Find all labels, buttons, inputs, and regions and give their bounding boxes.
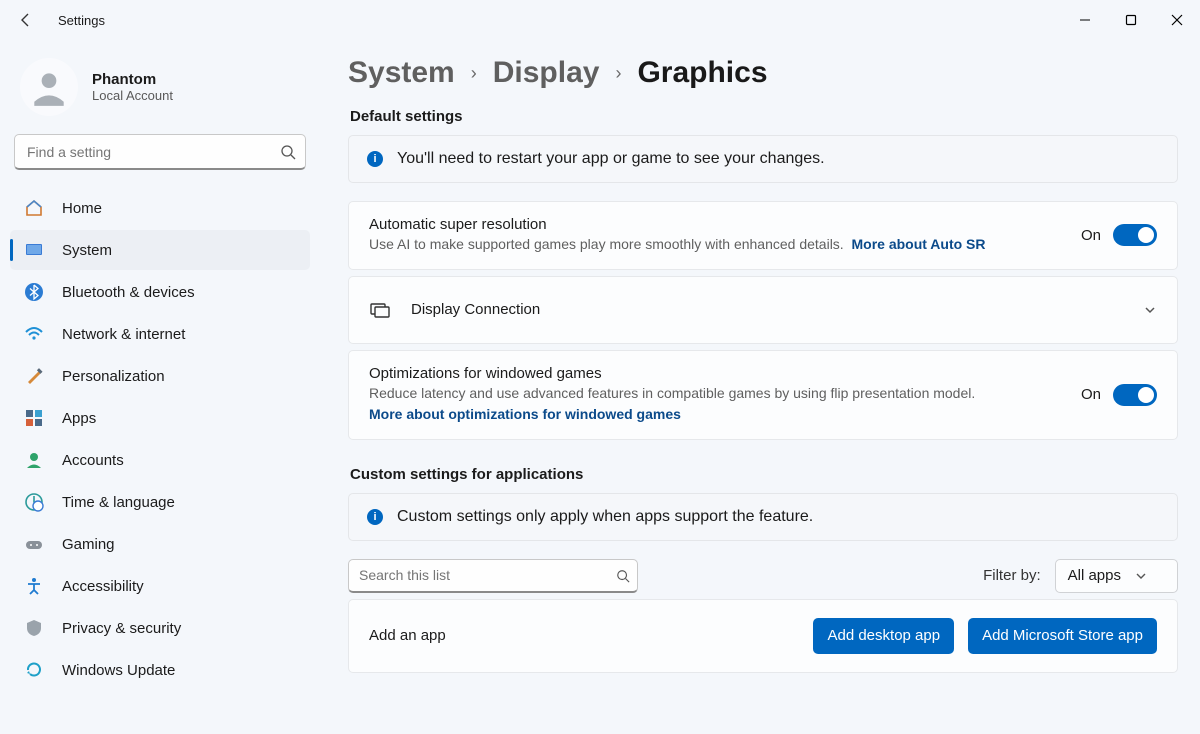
shield-icon bbox=[24, 618, 44, 638]
update-icon bbox=[24, 660, 44, 680]
accessibility-icon bbox=[24, 576, 44, 596]
info-text: You'll need to restart your app or game … bbox=[397, 150, 825, 168]
info-icon: i bbox=[367, 151, 383, 167]
window-title: Settings bbox=[58, 13, 105, 28]
breadcrumb-current: Graphics bbox=[637, 56, 767, 90]
sidebar-item-home[interactable]: Home bbox=[10, 188, 310, 228]
toggle-state-label: On bbox=[1081, 386, 1101, 403]
maximize-button[interactable] bbox=[1108, 0, 1154, 40]
sidebar-item-label: Privacy & security bbox=[62, 620, 181, 637]
breadcrumb: System › Display › Graphics bbox=[348, 56, 1178, 90]
chevron-down-icon bbox=[1143, 303, 1157, 317]
sidebar-item-network[interactable]: Network & internet bbox=[10, 314, 310, 354]
sidebar-item-system[interactable]: System bbox=[10, 230, 310, 270]
wifi-icon bbox=[24, 324, 44, 344]
setting-display-connection[interactable]: Display Connection bbox=[348, 276, 1178, 344]
sidebar-item-label: Windows Update bbox=[62, 662, 175, 679]
sidebar-item-apps[interactable]: Apps bbox=[10, 398, 310, 438]
user-block[interactable]: Phantom Local Account bbox=[10, 48, 310, 134]
window-controls bbox=[1062, 0, 1200, 40]
sidebar-item-label: Accounts bbox=[62, 452, 124, 469]
setting-description: Reduce latency and use advanced features… bbox=[369, 384, 1063, 425]
display-connection-icon bbox=[369, 299, 391, 321]
setting-title: Optimizations for windowed games bbox=[369, 365, 1063, 382]
chevron-right-icon: › bbox=[471, 63, 477, 84]
brush-icon bbox=[24, 366, 44, 386]
windowed-opt-toggle[interactable] bbox=[1113, 384, 1157, 406]
system-icon bbox=[24, 240, 44, 260]
chevron-down-icon bbox=[1135, 570, 1147, 582]
sidebar-item-accounts[interactable]: Accounts bbox=[10, 440, 310, 480]
sidebar-item-bluetooth[interactable]: Bluetooth & devices bbox=[10, 272, 310, 312]
search-icon bbox=[280, 144, 296, 160]
nav: Home System Bluetooth & devices Network … bbox=[10, 188, 310, 690]
add-app-label: Add an app bbox=[369, 627, 446, 644]
setting-title: Display Connection bbox=[411, 301, 540, 318]
sidebar-item-label: Network & internet bbox=[62, 326, 185, 343]
custom-info-banner: i Custom settings only apply when apps s… bbox=[348, 493, 1178, 541]
gamepad-icon bbox=[24, 534, 44, 554]
sidebar-item-update[interactable]: Windows Update bbox=[10, 650, 310, 690]
toggle-state-label: On bbox=[1081, 227, 1101, 244]
sidebar: Phantom Local Account Home System Blueto… bbox=[0, 40, 320, 734]
avatar bbox=[20, 58, 78, 116]
globe-clock-icon bbox=[24, 492, 44, 512]
search-icon bbox=[616, 569, 630, 583]
sidebar-item-gaming[interactable]: Gaming bbox=[10, 524, 310, 564]
filter-label: Filter by: bbox=[983, 567, 1041, 584]
add-app-card: Add an app Add desktop app Add Microsoft… bbox=[348, 599, 1178, 673]
sidebar-item-label: Apps bbox=[62, 410, 96, 427]
sidebar-item-label: Personalization bbox=[62, 368, 165, 385]
restart-info-banner: i You'll need to restart your app or gam… bbox=[348, 135, 1178, 183]
user-sub: Local Account bbox=[92, 88, 173, 103]
sidebar-item-label: Accessibility bbox=[62, 578, 144, 595]
info-icon: i bbox=[367, 509, 383, 525]
home-icon bbox=[24, 198, 44, 218]
setting-title: Automatic super resolution bbox=[369, 216, 1063, 233]
settings-search[interactable] bbox=[14, 134, 306, 170]
sidebar-item-label: Time & language bbox=[62, 494, 175, 511]
person-icon bbox=[24, 450, 44, 470]
sidebar-item-label: System bbox=[62, 242, 112, 259]
filter-value: All apps bbox=[1068, 567, 1121, 584]
windowed-opt-link[interactable]: More about optimizations for windowed ga… bbox=[369, 405, 1063, 425]
filter-row: Filter by: All apps bbox=[348, 559, 1178, 593]
bluetooth-icon bbox=[24, 282, 44, 302]
titlebar: Settings bbox=[0, 0, 1200, 40]
app-list-search[interactable] bbox=[348, 559, 638, 593]
sidebar-item-accessibility[interactable]: Accessibility bbox=[10, 566, 310, 606]
main-content: System › Display › Graphics Default sett… bbox=[320, 40, 1200, 734]
sidebar-item-label: Home bbox=[62, 200, 102, 217]
add-store-app-button[interactable]: Add Microsoft Store app bbox=[968, 618, 1157, 654]
section-default-settings: Default settings bbox=[350, 108, 1178, 125]
section-custom-settings: Custom settings for applications bbox=[350, 466, 1178, 483]
breadcrumb-system[interactable]: System bbox=[348, 56, 455, 90]
apps-icon bbox=[24, 408, 44, 428]
sidebar-item-label: Bluetooth & devices bbox=[62, 284, 195, 301]
sidebar-item-time[interactable]: Time & language bbox=[10, 482, 310, 522]
breadcrumb-display[interactable]: Display bbox=[493, 56, 600, 90]
sidebar-item-personalization[interactable]: Personalization bbox=[10, 356, 310, 396]
add-desktop-app-button[interactable]: Add desktop app bbox=[813, 618, 954, 654]
minimize-button[interactable] bbox=[1062, 0, 1108, 40]
auto-sr-link[interactable]: More about Auto SR bbox=[851, 236, 985, 252]
list-search-input[interactable] bbox=[348, 559, 638, 593]
sidebar-item-label: Gaming bbox=[62, 536, 115, 553]
close-button[interactable] bbox=[1154, 0, 1200, 40]
user-name: Phantom bbox=[92, 71, 173, 88]
setting-auto-sr: Automatic super resolution Use AI to mak… bbox=[348, 201, 1178, 270]
setting-windowed-optimizations: Optimizations for windowed games Reduce … bbox=[348, 350, 1178, 440]
chevron-right-icon: › bbox=[615, 63, 621, 84]
setting-description: Use AI to make supported games play more… bbox=[369, 235, 1063, 255]
search-input[interactable] bbox=[14, 134, 306, 170]
back-button[interactable] bbox=[14, 8, 38, 32]
sidebar-item-privacy[interactable]: Privacy & security bbox=[10, 608, 310, 648]
auto-sr-toggle[interactable] bbox=[1113, 224, 1157, 246]
filter-dropdown[interactable]: All apps bbox=[1055, 559, 1178, 593]
info-text: Custom settings only apply when apps sup… bbox=[397, 508, 813, 526]
